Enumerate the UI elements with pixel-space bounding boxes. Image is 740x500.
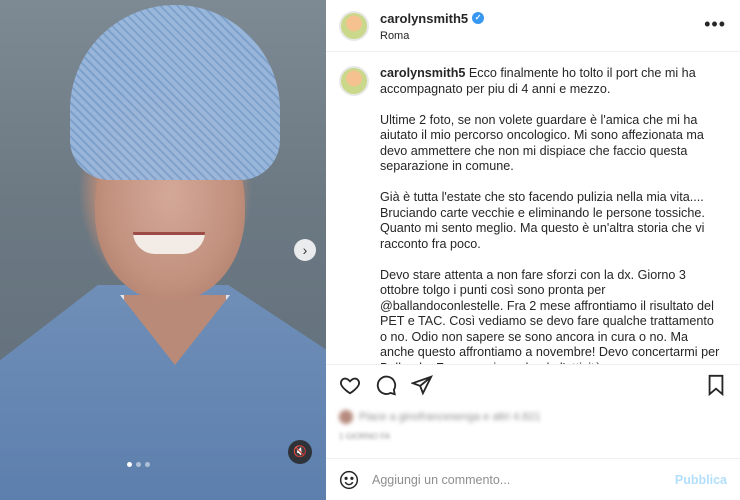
carousel-dots	[127, 462, 150, 467]
caption-avatar[interactable]	[339, 66, 369, 96]
caption-paragraph: carolynsmith5 Ecco finalmente ho tolto i…	[380, 66, 696, 96]
more-horizontal-icon[interactable]: •••	[704, 14, 726, 35]
caption-scroll-area[interactable]: carolynsmith5 Ecco finalmente ho tolto i…	[326, 52, 740, 364]
heart-icon[interactable]	[339, 374, 361, 396]
share-icon[interactable]	[411, 374, 433, 396]
liker-avatar	[339, 410, 353, 424]
post-header: carolynsmith5 ✓ Roma •••	[326, 0, 740, 52]
next-slide-button[interactable]: ›	[294, 239, 316, 261]
post-username[interactable]: carolynsmith5	[380, 11, 468, 26]
likes-section: Piace a ginofrancesenga e altri 4.821 1 …	[339, 408, 729, 444]
comment-input[interactable]	[372, 472, 675, 487]
emoji-icon[interactable]	[339, 470, 359, 490]
bookmark-icon[interactable]	[705, 374, 727, 396]
caption-paragraph: Ultime 2 foto, se non volete guardare è …	[380, 112, 704, 174]
post-panel: carolynsmith5 ✓ Roma ••• carolynsmith5 E…	[326, 0, 740, 500]
caption-username[interactable]: carolynsmith5	[380, 66, 465, 80]
post-timestamp: 1 GIORNO FA	[339, 432, 391, 441]
carousel-dot	[127, 462, 132, 467]
carousel-dot	[136, 462, 141, 467]
caption-text: carolynsmith5 Ecco finalmente ho tolto i…	[380, 66, 720, 364]
carousel-dot	[145, 462, 150, 467]
mute-icon: 🔇	[293, 446, 307, 458]
caption-paragraph: Devo stare attenta a non fare sforzi con…	[380, 267, 720, 365]
publish-button[interactable]: Pubblica	[675, 473, 727, 487]
comment-icon[interactable]	[375, 374, 397, 396]
comment-bar: Pubblica	[326, 458, 740, 500]
liked-by-text[interactable]: Piace a ginofrancesenga e altri 4.821	[359, 411, 541, 423]
post-media[interactable]: › 🔇	[0, 0, 326, 500]
mute-button[interactable]: 🔇	[288, 440, 312, 464]
caption-paragraph: Già è tutta l'estate che sto facendo pul…	[380, 190, 705, 251]
verified-badge-icon: ✓	[472, 12, 485, 24]
smile	[133, 232, 205, 254]
avatar[interactable]	[339, 10, 369, 41]
post-location[interactable]: Roma	[380, 30, 484, 42]
action-bar	[326, 364, 740, 404]
chevron-right-icon: ›	[302, 242, 308, 258]
